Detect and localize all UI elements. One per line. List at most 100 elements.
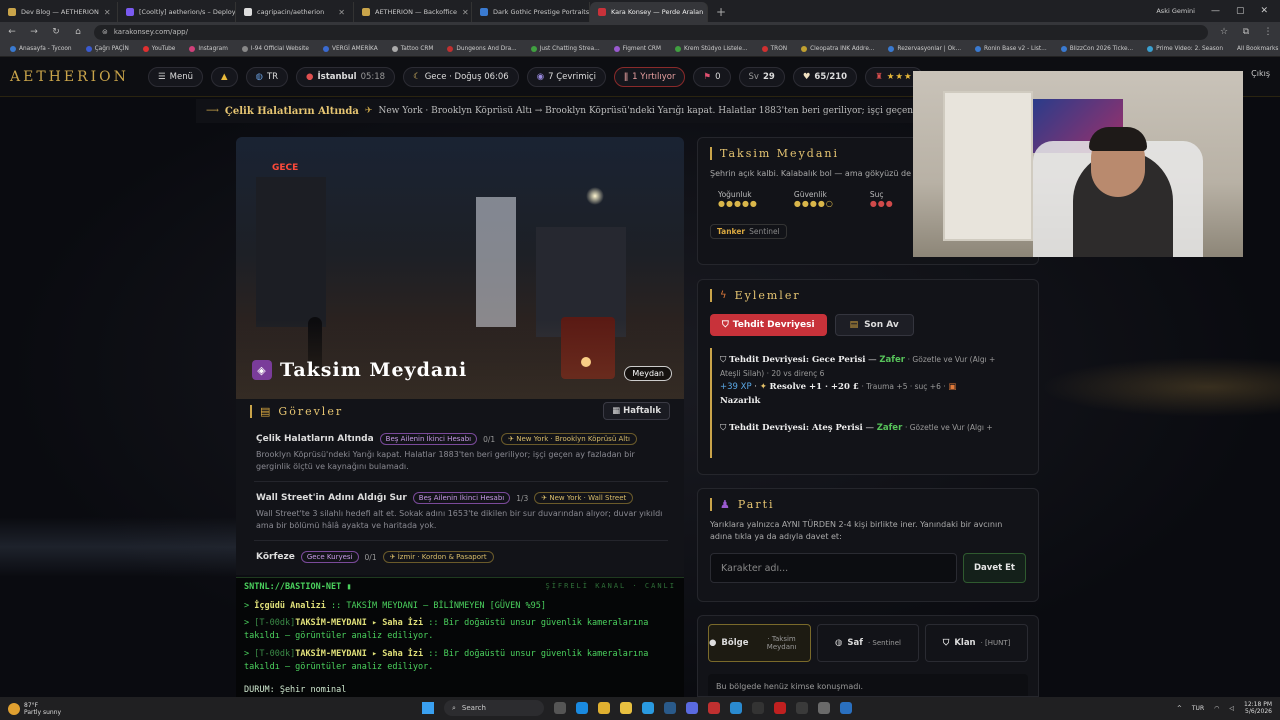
threat-patrol-button[interactable]: ⛉ Tehdit Devriyesi bbox=[710, 314, 827, 336]
chat-empty-state: Bu bölgede henüz kimse konuşmadı. bbox=[708, 674, 1028, 696]
plane-icon: ✈ bbox=[508, 435, 515, 443]
language-button[interactable]: ◍ TR bbox=[245, 66, 289, 87]
browser-menu-icon[interactable]: ⋮ bbox=[1262, 27, 1274, 37]
chevron-up-icon[interactable]: ^ bbox=[1177, 705, 1182, 712]
weekly-button[interactable]: ▦ Haftalık bbox=[603, 402, 670, 420]
edge-icon[interactable] bbox=[576, 702, 588, 714]
skype-icon[interactable] bbox=[642, 702, 654, 714]
bookmark-favicon-icon bbox=[85, 46, 92, 52]
bookmark-item[interactable]: Figment CRM bbox=[613, 46, 661, 52]
minimize-icon[interactable]: — bbox=[1211, 6, 1220, 16]
bookmark-item[interactable]: Ronin Base v2 - List... bbox=[975, 46, 1047, 52]
online-count-chip[interactable]: ◉ 7 Çevrimiçi bbox=[526, 66, 606, 87]
chat-tab-2[interactable]: ⛉ Klan · [HUNT] bbox=[925, 624, 1029, 662]
chat-tab-0[interactable]: ● Bölge · Taksim Meydanı bbox=[708, 624, 811, 662]
bookmark-item[interactable]: Cleopatra INK Addre... bbox=[801, 46, 874, 52]
home-icon[interactable]: ⌂ bbox=[72, 27, 84, 37]
bookmark-item[interactable]: Krem Stüdyo Listele... bbox=[674, 46, 748, 52]
logo: AETHERION bbox=[10, 68, 129, 85]
neon-sign: GECE bbox=[272, 163, 299, 173]
browser-tab[interactable]: cagripacin/aetherion ✕ bbox=[236, 2, 354, 22]
app-icon[interactable] bbox=[840, 702, 852, 714]
app-icon[interactable] bbox=[708, 702, 720, 714]
bookmark-item[interactable]: Çağrı PAÇİN bbox=[85, 46, 129, 52]
quest-description: Brooklyn Köprüsü'ndeki Yarığı kapat. Hal… bbox=[256, 450, 635, 471]
rift-tearing-chip[interactable]: ǁ1 Yırtılıyor bbox=[613, 66, 686, 87]
bookmark-item[interactable]: TRON bbox=[761, 46, 787, 52]
health-chip: ♥ 65/210 bbox=[792, 66, 858, 87]
bookmark-item[interactable]: Just Chatting Strea... bbox=[530, 46, 600, 52]
gold-accent bbox=[710, 497, 712, 511]
tab-close-icon[interactable]: ✕ bbox=[104, 8, 111, 17]
menu-button[interactable]: ☰ Menü bbox=[148, 66, 203, 87]
bookmark-item[interactable]: Rezervasyonlar | Ok... bbox=[888, 46, 961, 52]
bookmark-item[interactable]: Anasayfa - Tycoon bbox=[10, 46, 72, 52]
wifi-icon[interactable]: ◠ bbox=[1214, 705, 1219, 712]
tray-language[interactable]: TUR bbox=[1192, 705, 1204, 712]
app-icon[interactable] bbox=[796, 702, 808, 714]
browser-tab[interactable]: Dev Blog — AETHERION ✕ bbox=[0, 2, 118, 22]
tab-close-icon[interactable]: ✕ bbox=[338, 8, 345, 17]
bookmark-star-icon[interactable]: ☆ bbox=[1218, 27, 1230, 37]
quest-location: ✈ İzmir · Kordon & Pasaport bbox=[382, 551, 494, 563]
taskbar-search[interactable]: ⌕ Search bbox=[444, 700, 544, 716]
invite-button[interactable]: Davet Et bbox=[963, 553, 1026, 583]
browser-tab[interactable]: Kara Konsey — Perde Aralan✕ bbox=[590, 2, 708, 22]
windows-start-icon[interactable] bbox=[422, 702, 434, 714]
quest-name: Çelik Halatların Altında bbox=[256, 434, 374, 444]
tab-favicon-icon bbox=[598, 8, 606, 16]
profile-button[interactable]: Aski Gemini bbox=[1156, 7, 1195, 15]
flag-chip[interactable]: ⚑ 0 bbox=[693, 66, 731, 87]
bookmark-item[interactable]: Tattoo CRM bbox=[391, 46, 433, 52]
bookmark-item[interactable]: BlizzCon 2026 Ticke... bbox=[1060, 46, 1133, 52]
exit-button[interactable]: Çıkış bbox=[1251, 69, 1270, 78]
notifications-button[interactable]: ▲ bbox=[210, 66, 238, 87]
close-icon[interactable]: ✕ bbox=[1260, 6, 1268, 16]
character-name-input[interactable]: Karakter adı... bbox=[710, 553, 957, 583]
browser-tab[interactable]: [Cooltly] aetherion/s – Deploy✕ bbox=[118, 2, 236, 22]
bookmark-item[interactable]: I-94 Official Website bbox=[241, 46, 309, 52]
all-bookmarks-button[interactable]: All Bookmarks bbox=[1237, 46, 1278, 52]
calendar-icon: ▦ bbox=[612, 406, 621, 416]
back-icon[interactable]: ← bbox=[6, 27, 18, 37]
maximize-icon[interactable]: ▢ bbox=[1236, 6, 1245, 16]
tab-close-icon[interactable]: ✕ bbox=[462, 8, 469, 17]
quest-item[interactable]: Wall Street'in Adını Aldığı Sur Beş Aile… bbox=[254, 486, 668, 541]
bookmark-item[interactable]: Prime Video: 2. Season bbox=[1147, 46, 1223, 52]
app-icon[interactable] bbox=[774, 702, 786, 714]
quest-item[interactable]: Körfeze Gece Kuryesi 0/1 ✈ İzmir · Kordo… bbox=[254, 545, 668, 575]
extensions-icon[interactable]: ⧉ bbox=[1240, 27, 1252, 37]
city-chip[interactable]: ● İstanbul 05:18 bbox=[296, 66, 396, 87]
bookmark-item[interactable]: Instagram bbox=[189, 46, 228, 52]
quest-arc-badge: Gece Kuryesi bbox=[300, 551, 359, 563]
browser-tab[interactable]: AETHERION — Backoffice ✕ bbox=[354, 2, 472, 22]
browser-tab[interactable]: Dark Gothic Prestige Portraits✕ bbox=[472, 2, 590, 22]
forward-icon[interactable]: → bbox=[28, 27, 40, 37]
app-icon[interactable] bbox=[730, 702, 742, 714]
weather-widget[interactable]: 87°F Partly sunny bbox=[8, 702, 128, 716]
bookmark-item[interactable]: Dungeons And Dra... bbox=[447, 46, 517, 52]
task-view-icon[interactable] bbox=[554, 702, 566, 714]
reload-icon[interactable]: ↻ bbox=[50, 27, 62, 37]
building bbox=[256, 177, 326, 327]
explorer-icon[interactable] bbox=[620, 702, 632, 714]
bookmark-item[interactable]: YouTube bbox=[142, 46, 175, 52]
discord-icon[interactable] bbox=[686, 702, 698, 714]
system-tray: ^ TUR ◠ ◁ 12:18 PM 5/6/2026 bbox=[1177, 701, 1272, 715]
chat-tab-1[interactable]: ◍ Saf · Sentinel bbox=[816, 624, 920, 662]
terminal-icon[interactable] bbox=[752, 702, 764, 714]
new-tab-button[interactable]: + bbox=[708, 2, 734, 22]
location-pin-icon: ● bbox=[306, 71, 314, 82]
site-info-icon[interactable]: ⊜ bbox=[102, 28, 108, 36]
chrome-icon[interactable] bbox=[598, 702, 610, 714]
last-hunt-button[interactable]: ▤ Son Av bbox=[834, 314, 914, 336]
clock[interactable]: 12:18 PM 5/6/2026 bbox=[1244, 701, 1272, 715]
quest-item[interactable]: Çelik Halatların Altında Beş Ailenin İki… bbox=[254, 427, 668, 482]
steam-icon[interactable] bbox=[664, 702, 676, 714]
url-field[interactable]: ⊜ karakonsey.com/app/ bbox=[94, 24, 1208, 40]
quest-progress: 1/3 bbox=[516, 493, 529, 503]
volume-icon[interactable]: ◁ bbox=[1229, 705, 1234, 712]
rift-icon: ǁ bbox=[623, 71, 629, 82]
bookmark-item[interactable]: VERGİ AMERİKA bbox=[322, 46, 378, 52]
app-icon[interactable] bbox=[818, 702, 830, 714]
